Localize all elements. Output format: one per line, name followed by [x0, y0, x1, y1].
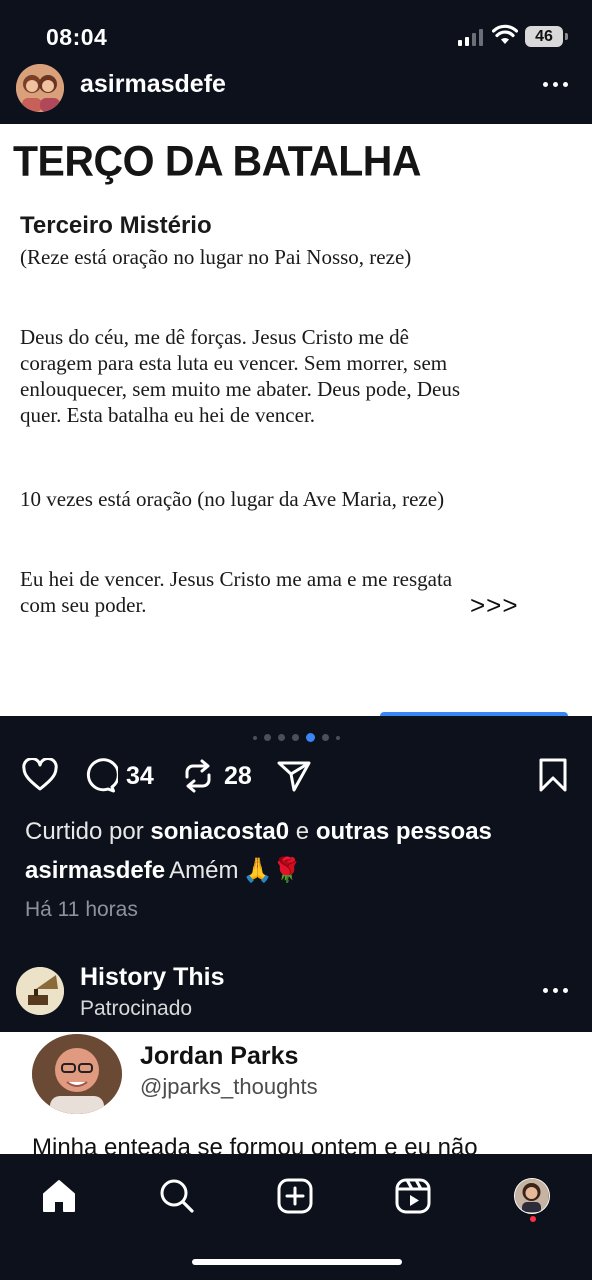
- repost-count: 28: [224, 761, 252, 790]
- carousel-indicator: [0, 733, 592, 742]
- post-timestamp: Há 11 horas: [25, 898, 138, 921]
- avatar-image-icon: [16, 64, 64, 112]
- post-header: asirmasdefe: [0, 60, 592, 120]
- tweet-author-name: Jordan Parks: [140, 1042, 299, 1070]
- image-subtitle: Terceiro Mistério: [20, 212, 212, 239]
- home-icon: [43, 1180, 75, 1212]
- status-time: 08:04: [46, 24, 108, 50]
- person-photo-icon: [32, 1034, 122, 1114]
- sponsor-avatar[interactable]: [16, 967, 64, 1015]
- save-button[interactable]: [538, 758, 568, 792]
- image-paragraph: 10 vezes está oração (no lugar da Ave Ma…: [20, 487, 445, 511]
- post-author-avatar[interactable]: [16, 64, 64, 112]
- like-button[interactable]: [22, 758, 58, 792]
- post-actions: 34 28: [0, 758, 592, 802]
- repost-icon: [185, 759, 211, 793]
- next-arrows: >>>: [470, 590, 519, 620]
- other-likers-link[interactable]: outras pessoas: [316, 818, 492, 845]
- more-options-icon[interactable]: [543, 82, 568, 87]
- sponsored-post-header: History This Patrocinado: [0, 955, 592, 1030]
- comment-button[interactable]: 34: [82, 758, 154, 794]
- sponsored-media[interactable]: Jordan Parks @jparks_thoughts Minha ente…: [0, 1032, 592, 1154]
- bookmark-icon: [539, 758, 567, 792]
- cellular-signal-icon: [458, 28, 483, 46]
- add-post-icon: [277, 1178, 313, 1214]
- tweet-author-avatar: [32, 1034, 122, 1114]
- profile-avatar: [514, 1178, 550, 1214]
- sponsor-name[interactable]: History This: [80, 963, 224, 992]
- profile-photo-icon: [515, 1179, 548, 1213]
- nav-home[interactable]: [37, 1174, 81, 1218]
- tweet-text: Minha enteada se formou ontem e eu não: [32, 1134, 478, 1154]
- caption-username[interactable]: asirmasdefe: [25, 857, 165, 885]
- image-paragraph: Eu hei de vencer. Jesus Cristo me ama e …: [20, 567, 453, 617]
- nav-profile[interactable]: [510, 1174, 554, 1218]
- image-paragraph: (Reze está oração no lugar no Pai Nosso,…: [20, 245, 412, 269]
- post-author-username[interactable]: asirmasdefe: [80, 70, 226, 99]
- share-button[interactable]: [276, 758, 312, 794]
- likes-summary[interactable]: Curtido por soniacosta0 e outras pessoas: [25, 818, 492, 846]
- reels-icon: [395, 1178, 431, 1214]
- search-icon: [160, 1179, 194, 1213]
- nav-search[interactable]: [155, 1174, 199, 1218]
- more-options-icon[interactable]: [543, 988, 568, 993]
- gramophone-icon: [16, 967, 64, 1015]
- caption-emoji: 🙏🌹: [242, 857, 303, 884]
- post-caption: asirmasdefe Amém 🙏🌹: [25, 856, 302, 885]
- caption-text: Amém: [169, 856, 239, 884]
- image-accent-bar: [380, 712, 568, 716]
- image-title: TERÇO DA BATALHA: [13, 136, 422, 186]
- repost-button[interactable]: 28: [180, 758, 252, 794]
- comment-count: 34: [126, 761, 154, 790]
- home-indicator: [192, 1259, 402, 1265]
- wifi-icon: [492, 24, 518, 44]
- tweet-author-handle: @jparks_thoughts: [140, 1074, 318, 1099]
- heart-icon: [22, 758, 58, 791]
- liked-by-user[interactable]: sonia: [150, 818, 213, 845]
- nav-create[interactable]: [273, 1174, 317, 1218]
- sponsored-label: Patrocinado: [80, 997, 193, 1020]
- battery-indicator: 46: [525, 26, 568, 47]
- notification-dot: [530, 1216, 536, 1222]
- image-paragraph: Deus do céu, me dê forças. Jesus Cristo …: [20, 325, 461, 427]
- post-image[interactable]: TERÇO DA BATALHA Terceiro Mistério (Reze…: [0, 124, 592, 716]
- send-icon: [277, 761, 311, 792]
- nav-reels[interactable]: [391, 1174, 435, 1218]
- comment-icon: [86, 758, 118, 793]
